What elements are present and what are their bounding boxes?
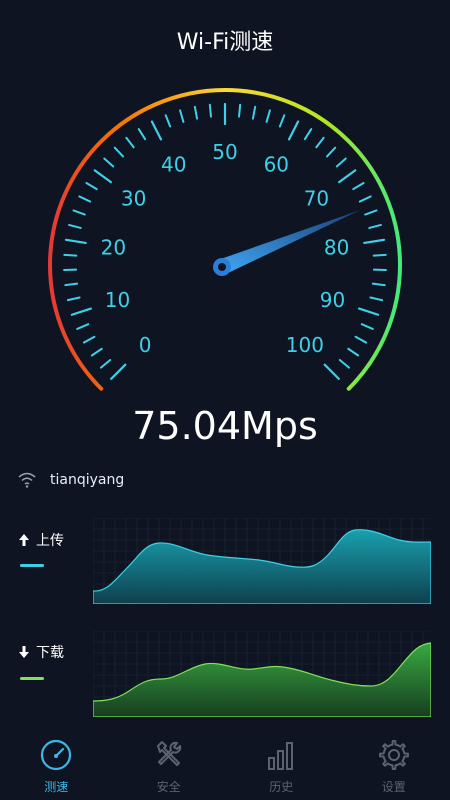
tab-label: 历史 [269, 780, 294, 794]
arrow-down-icon [19, 646, 29, 658]
gauge-minor-tick [338, 358, 351, 369]
gauge-minor-tick [315, 136, 325, 149]
gear-icon [378, 740, 409, 770]
bar-chart-icon [268, 742, 294, 770]
page-title: Wi-Fi测速 [176, 30, 274, 55]
tab-security[interactable]: 安全 [113, 728, 226, 800]
upload-label: 上传 [36, 533, 64, 549]
gauge-major-tick [64, 238, 87, 245]
tab-history[interactable]: 历史 [225, 728, 338, 800]
gauge-scale-label: 50 [212, 140, 237, 164]
gauge-minor-tick [137, 128, 147, 141]
tab-label: 测速 [44, 780, 69, 794]
gauge-minor-tick [368, 223, 382, 229]
gauge-minor-tick [103, 157, 115, 168]
gauge-scale-label: 90 [320, 288, 345, 312]
gauge-minor-tick [278, 114, 286, 128]
speed-gauge: 0 10 20 30 40 50 60 70 80 90 100 [48, 88, 402, 391]
gauge-major-tick [363, 238, 386, 245]
gauge-major-tick [337, 169, 357, 184]
gauge-minor-tick [347, 347, 360, 357]
gauge-minor-tick [360, 323, 374, 330]
download-area [93, 642, 431, 717]
gauge-minor-tick [335, 157, 347, 168]
gauge-minor-tick [78, 195, 92, 203]
gauge-scale-label: 30 [121, 187, 146, 211]
gauge-major-tick [323, 363, 340, 380]
tab-speed-test[interactable]: 测速 [0, 728, 113, 800]
gauge-scale-label: 80 [324, 235, 349, 259]
bottom-tab-bar: 测速 安全 历史 设置 [0, 728, 450, 800]
gauge-minor-tick [303, 128, 313, 141]
upload-area [93, 529, 431, 604]
tab-settings[interactable]: 设置 [338, 728, 450, 800]
gauge-minor-tick [251, 105, 257, 120]
gauge-minor-tick [372, 253, 387, 257]
gauge-scale-label: 60 [264, 152, 289, 176]
gauge-scale-label: 20 [101, 235, 126, 259]
network-row: tianqiyang [18, 469, 124, 491]
gauge-scale-labels: 0 10 20 30 40 50 60 70 80 90 100 [101, 140, 350, 357]
gauge-major-tick [110, 363, 127, 380]
gauge-major-tick [70, 307, 93, 316]
gauge-minor-tick [64, 282, 79, 287]
gauge-minor-tick [369, 296, 384, 302]
gauge-minor-tick [82, 335, 96, 344]
gauge-minor-tick [76, 323, 90, 330]
download-legend-line [20, 677, 44, 680]
gauge-scale-label: 0 [139, 333, 152, 357]
gauge-minor-tick [179, 109, 185, 123]
gauge-minor-tick [90, 347, 103, 357]
gauge-major-tick [150, 120, 163, 141]
gauge-scale-label: 40 [161, 152, 186, 176]
gauge-minor-tick [364, 209, 378, 216]
tab-label: 安全 [156, 780, 181, 794]
upload-legend-line [20, 564, 44, 567]
gauge-minor-tick [358, 195, 372, 203]
gauge-minor-tick [66, 296, 81, 302]
gauge-minor-tick [125, 136, 135, 149]
gauge-scale-label: 70 [304, 187, 329, 211]
gauge-minor-tick [164, 114, 172, 128]
tab-label: 设置 [381, 780, 406, 794]
gauge-minor-tick [113, 146, 125, 158]
gauge-minor-tick [265, 109, 271, 123]
gauge-minor-tick [208, 103, 212, 118]
download-label: 下载 [36, 645, 64, 661]
download-chart [93, 631, 431, 717]
download-label-row: 下载 [18, 642, 64, 662]
wifi-icon [18, 472, 36, 488]
gauge-minor-tick [85, 182, 98, 191]
gauge-major-tick [287, 120, 300, 141]
gauge-minor-tick [352, 182, 365, 191]
gauge-major-tick [357, 307, 380, 316]
gauge-minor-tick [63, 253, 78, 257]
speed-value: 75.04Mps [132, 404, 318, 448]
gauge-scale-label: 10 [105, 288, 130, 312]
gauge-minor-tick [238, 103, 242, 118]
gauge-minor-tick [325, 146, 337, 158]
speedometer-icon [41, 739, 72, 771]
gauge-minor-tick [99, 358, 112, 369]
network-ssid: tianqiyang [50, 472, 125, 488]
upload-label-row: 上传 [18, 530, 64, 550]
gauge-scale-label: 100 [286, 333, 324, 357]
gauge-minor-tick [68, 223, 82, 229]
arrow-up-icon [19, 534, 29, 546]
gauge-minor-tick [193, 105, 199, 120]
gauge-minor-tick [354, 335, 368, 344]
gauge-major-tick [93, 169, 113, 184]
gauge-minor-tick [371, 282, 386, 287]
tools-icon [156, 741, 181, 766]
gauge-minor-tick [72, 209, 86, 216]
upload-chart [93, 518, 431, 604]
